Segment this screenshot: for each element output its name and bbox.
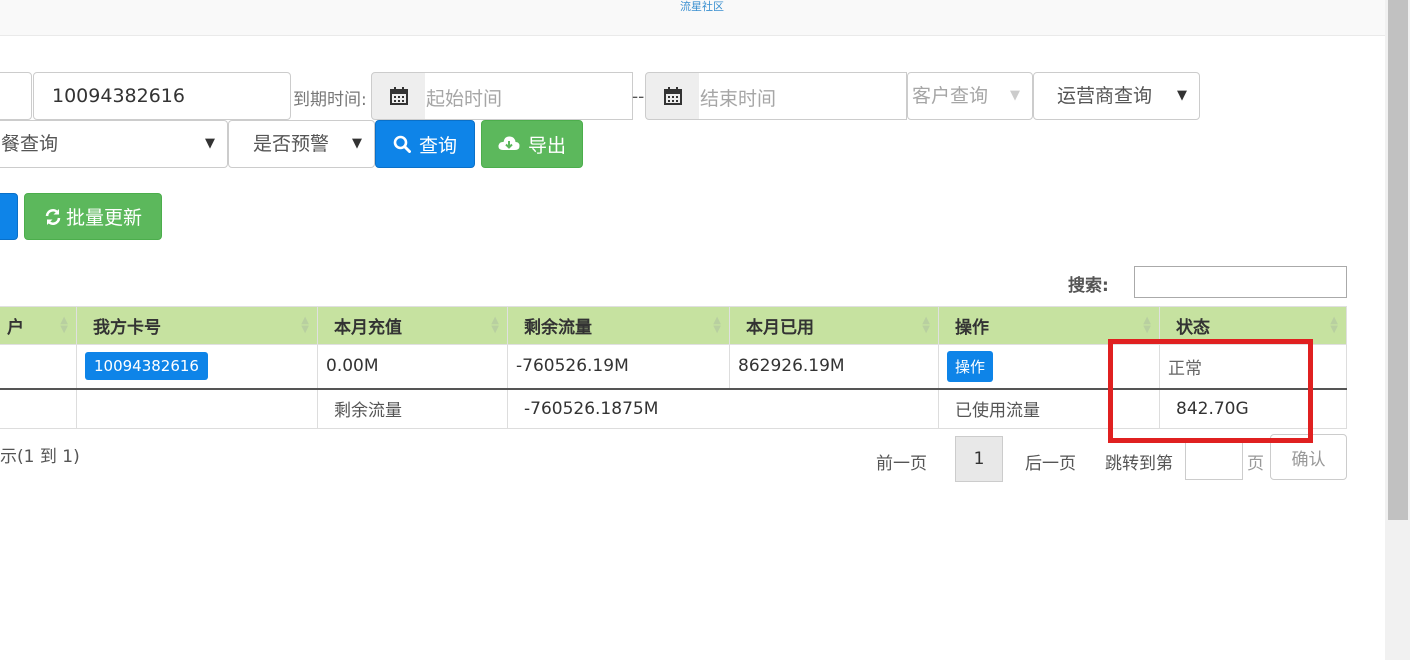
carrier-select[interactable]: 运营商查询 ▼ [1033, 72, 1200, 120]
customer-select-label: 客户查询 [912, 85, 989, 107]
summary-remaining-label: 剩余流量 [317, 388, 508, 429]
search-icon [393, 135, 411, 153]
export-button[interactable]: 导出 [481, 120, 583, 168]
end-time-input[interactable]: 结束时间 [699, 72, 907, 120]
carrier-select-label: 运营商查询 [1057, 85, 1153, 107]
page-unit-label: 页 [1247, 454, 1264, 474]
start-time-placeholder: 起始时间 [426, 88, 503, 110]
sort-icon: ▲ ▼ [1330, 315, 1338, 335]
sort-icon: ▲ ▼ [301, 315, 309, 335]
highlight-annotation-box [1108, 339, 1313, 443]
summary-cell-empty [76, 388, 318, 429]
package-select-label: 餐查询 [1, 133, 59, 155]
column-header-recharge[interactable]: 本月充值 ▲ ▼ [317, 306, 508, 345]
start-time-input[interactable]: 起始时间 [425, 72, 633, 120]
summary-remaining-value: -760526.1875M [507, 388, 939, 429]
calendar-icon [663, 87, 682, 105]
chevron-down-icon: ▼ [205, 136, 215, 151]
jump-to-label: 跳转到第 [1105, 454, 1173, 474]
cell-card-number: 10094382616 [76, 344, 318, 390]
start-calendar-button[interactable] [371, 72, 426, 120]
query-button-label: 查询 [418, 134, 457, 157]
sort-icon: ▲ ▼ [491, 315, 499, 335]
column-header-card-number[interactable]: 我方卡号 ▲ ▼ [76, 306, 318, 345]
warning-select-label: 是否预警 [253, 133, 330, 155]
search-label: 搜索: [1068, 276, 1109, 296]
expire-time-label: 到期时间: [293, 90, 367, 110]
sort-icon: ▲ ▼ [713, 315, 721, 335]
chevron-down-icon: ▼ [352, 136, 362, 151]
next-page-link[interactable]: 后一页 [1025, 449, 1076, 474]
cell-remaining: -760526.19M [507, 344, 730, 390]
partial-blue-button[interactable] [0, 193, 18, 240]
end-time-placeholder: 结束时间 [700, 88, 777, 110]
calendar-icon [389, 87, 408, 105]
warning-select[interactable]: 是否预警 ▼ [228, 120, 375, 168]
sort-icon: ▲ ▼ [922, 315, 930, 335]
pagination-info: 示(1 到 1) [0, 447, 80, 467]
chevron-down-icon: ▼ [1010, 88, 1020, 103]
package-select[interactable]: 餐查询 ▼ [0, 120, 228, 168]
query-button[interactable]: 查询 [375, 120, 475, 168]
batch-update-button[interactable]: 批量更新 [24, 193, 162, 240]
search-input[interactable] [1134, 266, 1347, 298]
sort-icon: ▲ ▼ [1143, 315, 1151, 335]
column-header-used[interactable]: 本月已用 ▲ ▼ [729, 306, 939, 345]
page-number-button[interactable]: 1 [955, 436, 1003, 482]
jump-page-input[interactable] [1185, 438, 1243, 480]
cell-used: 862926.19M [729, 344, 939, 390]
customer-select[interactable]: 客户查询 ▼ [907, 72, 1033, 120]
sort-icon: ▲ ▼ [60, 315, 68, 335]
card-number-input[interactable]: 10094382616 [33, 72, 291, 120]
end-calendar-button[interactable] [645, 72, 700, 120]
summary-cell-empty [0, 388, 77, 429]
card-number-badge[interactable]: 10094382616 [85, 352, 208, 381]
range-dash: -- [632, 87, 645, 107]
operation-button[interactable]: 操作 [947, 350, 994, 382]
scrollbar-thumb[interactable] [1388, 0, 1408, 520]
partial-input-left[interactable] [0, 72, 32, 120]
column-header-customer[interactable]: 户 ▲ ▼ [0, 306, 77, 345]
cell-customer [0, 344, 77, 390]
refresh-icon [45, 208, 61, 225]
chevron-down-icon: ▼ [1177, 88, 1187, 103]
cell-recharge: 0.00M [317, 344, 508, 390]
column-header-remaining[interactable]: 剩余流量 ▲ ▼ [507, 306, 730, 345]
watermark-text: 流星社区 [680, 0, 724, 13]
export-button-label: 导出 [527, 134, 566, 157]
prev-page-link[interactable]: 前一页 [876, 449, 927, 474]
batch-update-label: 批量更新 [65, 207, 142, 229]
cloud-download-icon [498, 136, 520, 150]
